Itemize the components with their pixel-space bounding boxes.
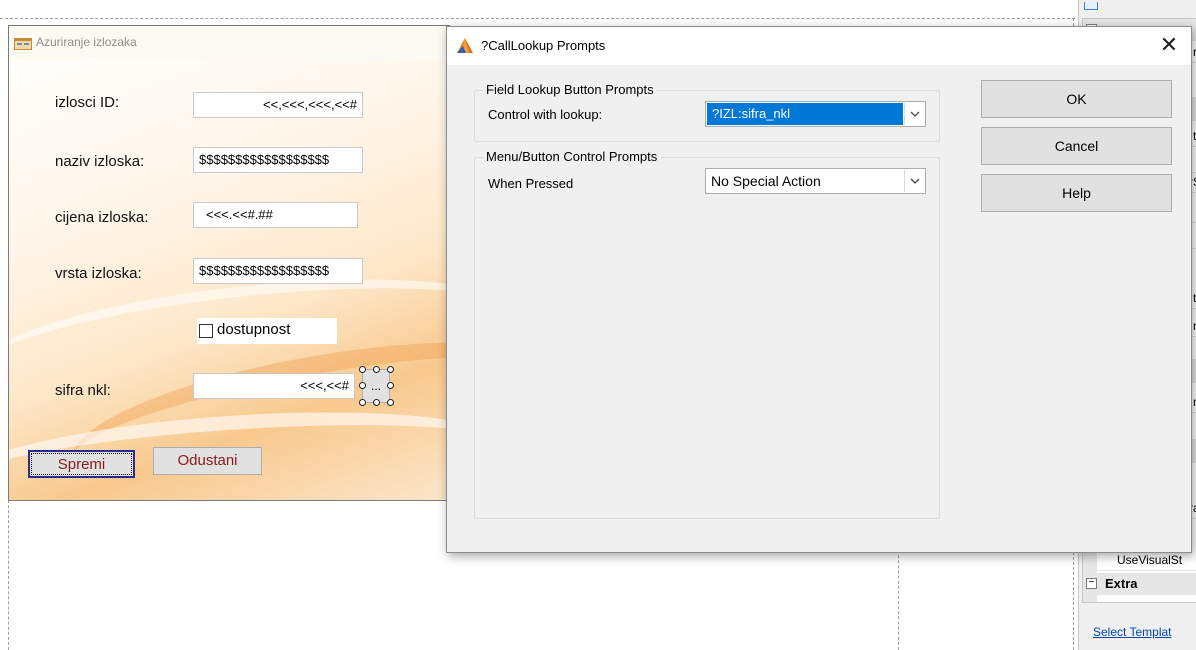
resize-handle[interactable] xyxy=(387,382,394,389)
cancel-button[interactable]: Odustani xyxy=(153,447,262,475)
field-izlosci-id[interactable]: <<,<<<,<<<,<<# xyxy=(193,92,363,118)
dostupnost-checkbox[interactable]: dostupnost xyxy=(197,318,337,344)
field-label-izlosci-id: izlosci ID: xyxy=(55,94,120,111)
calllookup-dialog: ?CallLookup Prompts ✕ Field Lookup Butto… xyxy=(446,26,1192,553)
field-sifra-nkl[interactable]: <<<,<<# xyxy=(193,373,355,399)
dialog-title-bar[interactable]: ?CallLookup Prompts ✕ xyxy=(447,27,1191,65)
resize-handle[interactable] xyxy=(359,366,366,373)
dropdown-value: No Special Action xyxy=(711,173,821,189)
category-row-extra[interactable]: − Extra xyxy=(1083,573,1196,595)
field-cijena-izloska[interactable]: <<<.<<#.## xyxy=(193,202,358,228)
field-naziv-izloska[interactable]: $$$$$$$$$$$$$$$$$$ xyxy=(193,147,363,173)
panel-toolbar-icon[interactable] xyxy=(1084,2,1098,10)
app-window-icon xyxy=(14,38,32,50)
dialog-title: ?CallLookup Prompts xyxy=(481,38,606,53)
resize-handle[interactable] xyxy=(373,366,380,373)
group-title: Menu/Button Control Prompts xyxy=(483,149,661,164)
form-title-bar[interactable]: Azuriranje izlozaka xyxy=(9,26,449,59)
close-icon[interactable]: ✕ xyxy=(1155,32,1183,60)
field-lookup-group: Field Lookup Button Prompts Control with… xyxy=(474,82,940,142)
field-vrsta-izloska[interactable]: $$$$$$$$$$$$$$$$$$ xyxy=(193,258,363,284)
designer-guide-inner xyxy=(898,550,899,650)
field-label-cijena-izloska: cijena izloska: xyxy=(55,209,149,226)
dialog-cancel-button[interactable]: Cancel xyxy=(981,127,1172,165)
resize-handle[interactable] xyxy=(387,399,394,406)
collapse-toggle-icon[interactable]: − xyxy=(1086,578,1097,589)
control-with-lookup-dropdown[interactable]: ?IZL:sifra_nkl xyxy=(705,101,926,127)
checkbox-square[interactable] xyxy=(199,324,213,338)
chevron-down-icon[interactable] xyxy=(904,103,924,125)
field-label-vrsta-izloska: vrsta izloska: xyxy=(55,265,142,282)
resize-handle[interactable] xyxy=(359,399,366,406)
lookup-button[interactable]: ... xyxy=(362,369,390,403)
chevron-down-icon[interactable] xyxy=(904,170,924,192)
form-title: Azuriranje izlozaka xyxy=(36,35,137,49)
field-label-sifra-nkl: sifra nkl: xyxy=(55,382,111,399)
category-label: Extra xyxy=(1105,576,1138,591)
control-with-lookup-label: Control with lookup: xyxy=(488,107,603,122)
checkbox-label: dostupnost xyxy=(217,321,291,338)
group-title: Field Lookup Button Prompts xyxy=(483,82,657,97)
designer-guide-top xyxy=(0,18,1075,19)
menu-button-group: Menu/Button Control Prompts When Pressed… xyxy=(474,149,940,519)
dropdown-value: ?IZL:sifra_nkl xyxy=(707,103,903,125)
field-label-naziv-izloska: naziv izloska: xyxy=(55,153,145,170)
resize-handle[interactable] xyxy=(359,382,366,389)
ok-button[interactable]: OK xyxy=(981,80,1172,118)
property-name: UseVisualSt xyxy=(1117,553,1183,567)
when-pressed-label: When Pressed xyxy=(488,176,574,191)
designer-guide-left xyxy=(8,500,9,650)
resize-handle[interactable] xyxy=(373,399,380,406)
when-pressed-dropdown[interactable]: No Special Action xyxy=(705,168,926,194)
select-template-link[interactable]: Select Templat xyxy=(1093,625,1172,639)
help-button[interactable]: Help xyxy=(981,174,1172,212)
form-window: Azuriranje izlozaka izlosci ID: <<,<<<,<… xyxy=(8,25,450,501)
clarion-triangle-icon xyxy=(457,38,473,53)
screen: − r t rS t n n xyxy=(0,0,1196,650)
resize-handle[interactable] xyxy=(387,366,394,373)
save-button[interactable]: Spremi xyxy=(28,450,135,478)
